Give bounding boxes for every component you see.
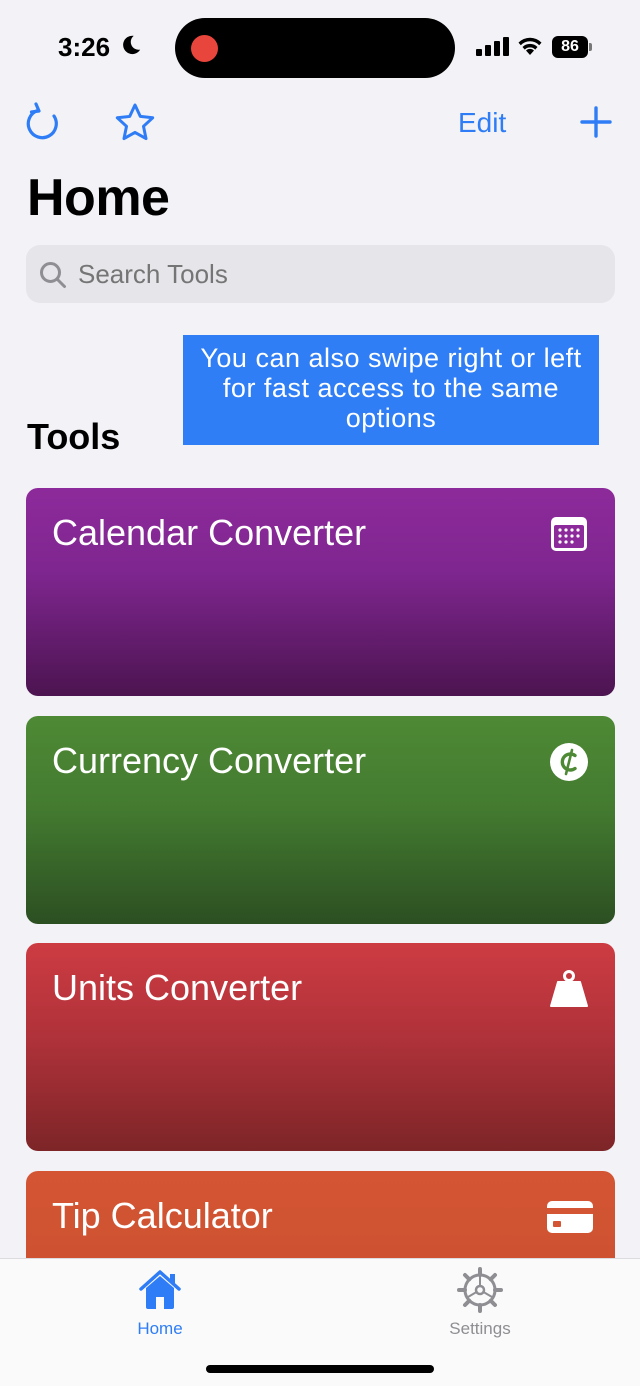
tool-card-title: Tip Calculator (52, 1195, 273, 1236)
tab-home[interactable]: Home (100, 1267, 220, 1338)
moon-icon (123, 35, 141, 55)
dynamic-island (175, 18, 455, 78)
gear-icon (457, 1267, 503, 1313)
star-icon[interactable] (114, 102, 156, 144)
tool-card-title: Currency Converter (52, 740, 367, 781)
refresh-icon[interactable] (24, 102, 64, 144)
navigation-bar: Edit (0, 100, 640, 150)
tool-card-units-converter[interactable]: Units Converter (26, 943, 615, 1151)
tab-settings[interactable]: Settings (420, 1267, 540, 1338)
credit-card-icon (547, 1201, 593, 1233)
tool-card-calendar-converter[interactable]: Calendar Converter (26, 488, 615, 696)
tool-card-currency-converter[interactable]: Currency Converter (26, 716, 615, 924)
plus-icon[interactable] (578, 104, 614, 140)
search-bar[interactable] (26, 245, 615, 303)
wifi-icon (518, 37, 542, 55)
battery-level: 86 (552, 36, 588, 58)
tab-label-settings: Settings (449, 1319, 511, 1338)
section-title-tools: Tools (27, 416, 121, 457)
home-indicator (206, 1365, 434, 1373)
search-input[interactable] (78, 245, 598, 303)
house-icon (139, 1270, 181, 1309)
status-bar: 3:26 86 (0, 0, 640, 90)
cellular-signal-icon (476, 37, 509, 56)
currency-icon (550, 743, 588, 781)
swipe-hint-tooltip: You can also swipe right or left for fas… (183, 335, 599, 445)
edit-button[interactable]: Edit (458, 106, 506, 140)
tab-label-home: Home (137, 1319, 183, 1338)
tool-card-title: Units Converter (52, 967, 303, 1008)
calendar-icon (551, 517, 587, 551)
page-title: Home (27, 169, 170, 227)
tool-card-title: Calendar Converter (52, 512, 367, 553)
recording-indicator-icon (191, 35, 218, 62)
battery-icon: 86 (552, 36, 592, 58)
search-icon (40, 262, 66, 288)
weight-icon (550, 970, 588, 1007)
status-time: 3:26 (58, 32, 111, 62)
